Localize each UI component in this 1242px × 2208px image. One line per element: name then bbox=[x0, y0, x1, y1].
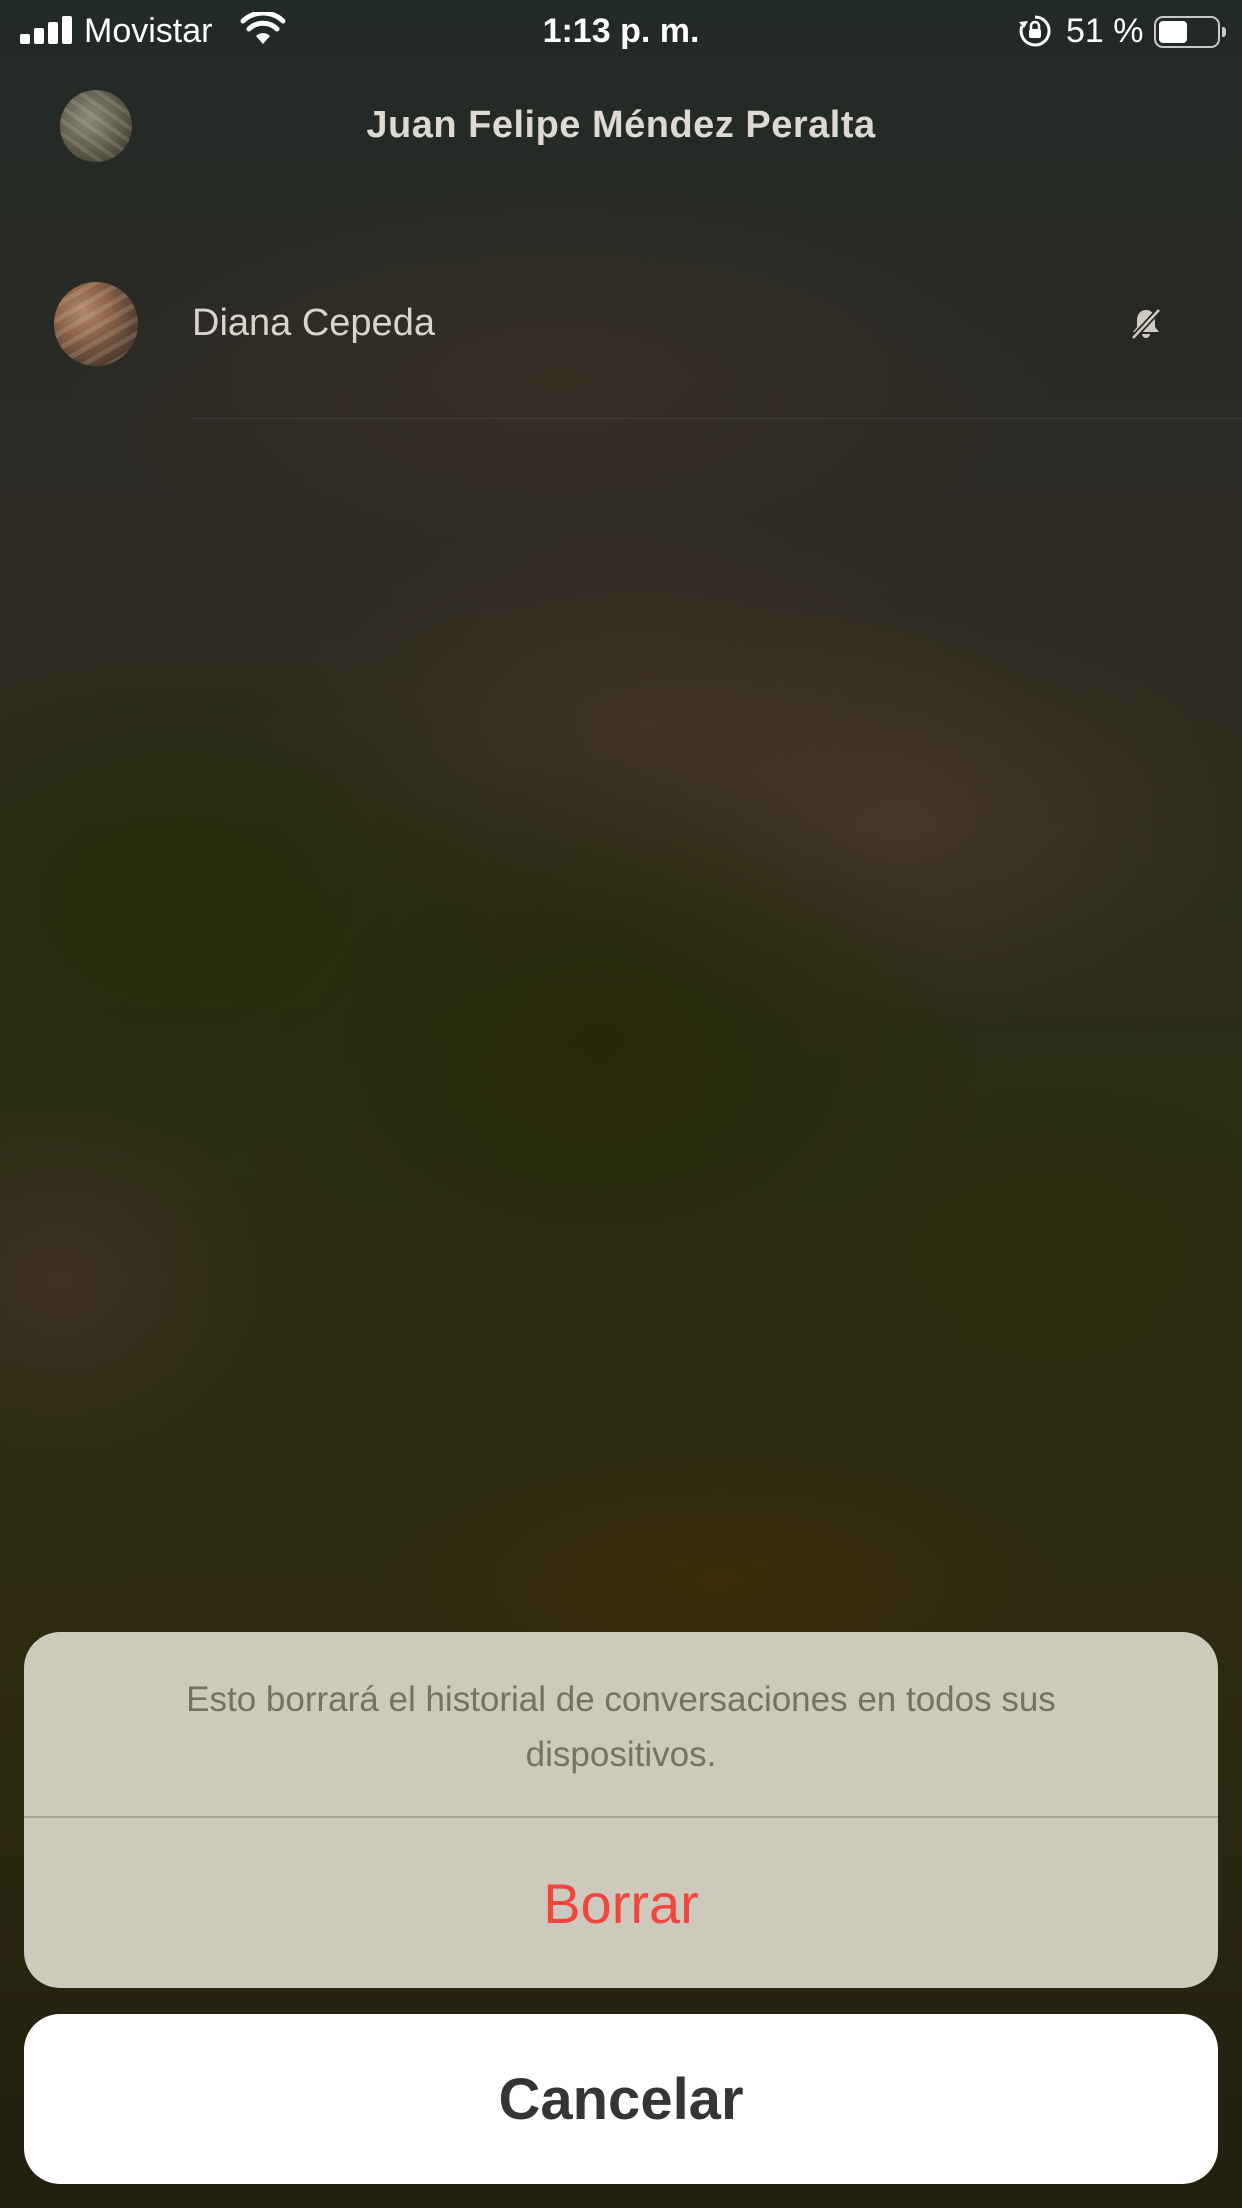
avatar bbox=[54, 282, 138, 366]
status-time: 1:13 p. m. bbox=[542, 12, 700, 50]
action-sheet: Esto borrará el historial de conversacio… bbox=[24, 1632, 1218, 1988]
row-divider bbox=[192, 418, 1242, 419]
cancel-button[interactable]: Cancelar bbox=[24, 2014, 1218, 2184]
chat-list-item[interactable]: Diana Cepeda bbox=[0, 270, 1242, 420]
battery-percentage: 51 % bbox=[1066, 12, 1144, 50]
bell-slash-icon bbox=[1130, 307, 1162, 341]
delete-button[interactable]: Borrar bbox=[24, 1818, 1218, 1988]
action-sheet-message: Esto borrará el historial de conversacio… bbox=[186, 1680, 1056, 1774]
chat-name: Diana Cepeda bbox=[192, 302, 435, 344]
mute-badge bbox=[1098, 294, 1194, 352]
status-bar: Movistar 1:13 p. m. 51 % bbox=[0, 0, 1242, 62]
battery-level bbox=[1159, 21, 1188, 43]
battery-icon bbox=[1154, 16, 1226, 48]
page-title: Juan Felipe Méndez Peralta bbox=[366, 104, 876, 146]
orientation-lock-icon bbox=[1019, 15, 1051, 47]
